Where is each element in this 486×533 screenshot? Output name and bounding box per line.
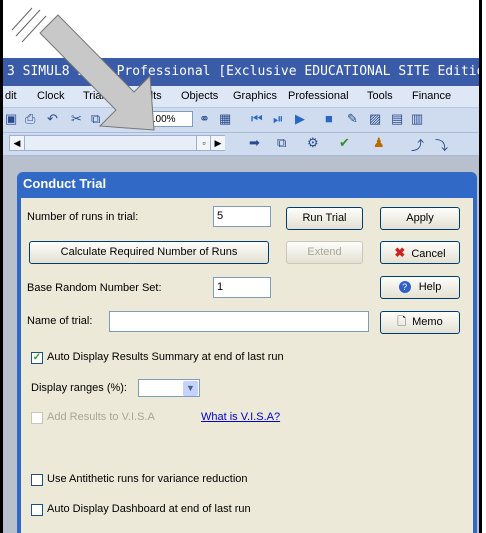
add-visa-label: Add Results to V.I.S.A bbox=[47, 411, 155, 423]
auto-display-label: Auto Display Results Summary at end of l… bbox=[47, 351, 284, 363]
help-button[interactable]: ? Help bbox=[380, 276, 460, 299]
dialog-body: Number of runs in trial: 5 Run Trial App… bbox=[21, 198, 473, 533]
base-random-label: Base Random Number Set: bbox=[27, 282, 162, 294]
cancel-button[interactable]: ✖ Cancel bbox=[380, 241, 460, 264]
visa-help-link[interactable]: What is V.I.S.A? bbox=[201, 411, 280, 423]
cancel-icon: ✖ bbox=[394, 245, 406, 260]
memo-icon: 🗋 bbox=[397, 316, 407, 328]
memo-label: Memo bbox=[412, 316, 443, 328]
base-random-value: 1 bbox=[217, 281, 224, 293]
base-random-input[interactable]: 1 bbox=[213, 277, 271, 298]
dashboard-checkbox[interactable] bbox=[31, 504, 43, 516]
display-ranges-label: Display ranges (%): bbox=[31, 382, 127, 394]
motion-line bbox=[21, 15, 47, 43]
motion-line bbox=[11, 7, 33, 31]
run-trial-button[interactable]: Run Trial bbox=[286, 207, 363, 230]
extend-button: Extend bbox=[286, 241, 363, 264]
conduct-trial-dialog: Conduct Trial Number of runs in trial: 5… bbox=[17, 172, 477, 533]
dashboard-label: Auto Display Dashboard at end of last ru… bbox=[47, 503, 251, 515]
motion-line bbox=[15, 9, 41, 37]
display-ranges-select[interactable]: ▼ bbox=[138, 379, 200, 397]
add-visa-checkbox bbox=[31, 412, 43, 424]
auto-display-checkbox[interactable]: ✓ bbox=[31, 352, 43, 364]
trial-name-input[interactable] bbox=[109, 311, 369, 332]
help-icon: ? bbox=[398, 281, 411, 293]
antithetic-label: Use Antithetic runs for variance reducti… bbox=[47, 473, 248, 485]
calculate-runs-button[interactable]: Calculate Required Number of Runs bbox=[29, 241, 269, 264]
runs-input[interactable]: 5 bbox=[213, 206, 271, 227]
help-label: Help bbox=[418, 281, 442, 293]
runs-label: Number of runs in trial: bbox=[27, 211, 139, 223]
runs-value: 5 bbox=[217, 210, 224, 222]
apply-button[interactable]: Apply bbox=[380, 207, 460, 230]
pointer-arrow-shape bbox=[39, 14, 155, 131]
antithetic-checkbox[interactable] bbox=[31, 474, 43, 486]
memo-button[interactable]: 🗋 Memo bbox=[380, 311, 460, 334]
chevron-down-icon[interactable]: ▼ bbox=[183, 381, 198, 396]
cancel-label: Cancel bbox=[411, 248, 446, 260]
trial-name-label: Name of trial: bbox=[27, 315, 93, 327]
dialog-title: Conduct Trial bbox=[23, 176, 107, 191]
